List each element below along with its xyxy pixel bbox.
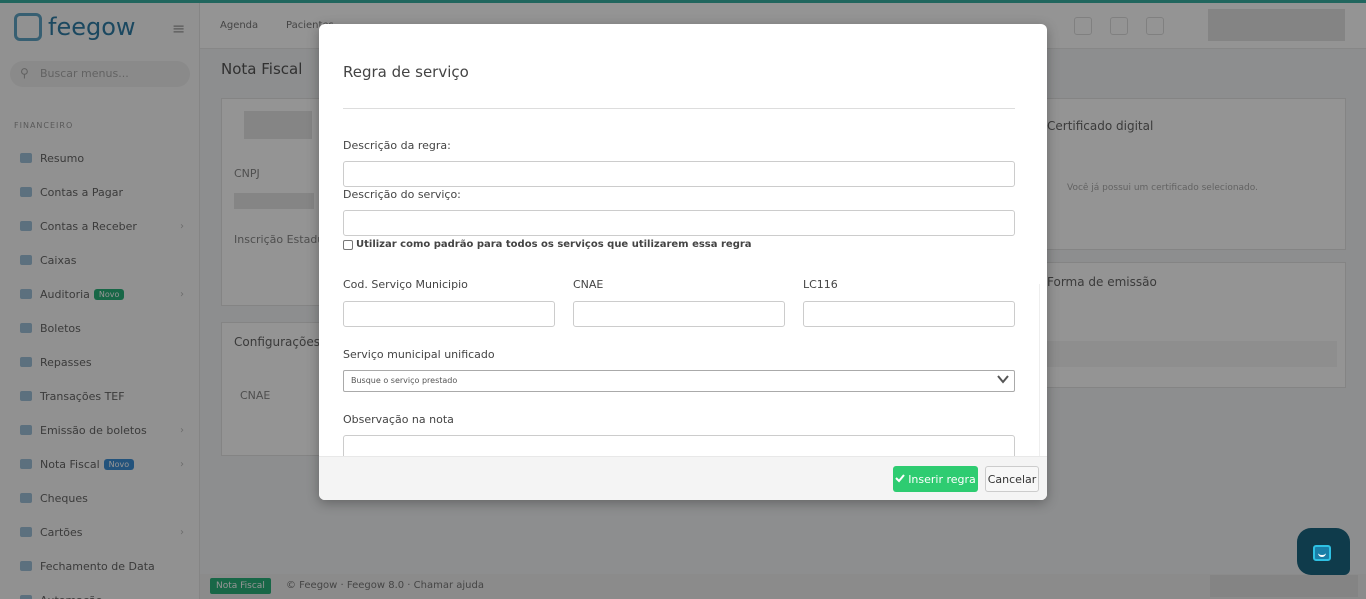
chevron-down-icon bbox=[996, 372, 1010, 390]
unified-service-placeholder: Busque o serviço prestado bbox=[351, 376, 458, 385]
check-icon bbox=[895, 473, 905, 486]
modal-title: Regra de serviço bbox=[343, 63, 469, 81]
observation-label: Observação na nota bbox=[343, 413, 454, 426]
modal-scrollbar[interactable] bbox=[1039, 284, 1047, 456]
lc116-label: LC116 bbox=[803, 278, 838, 291]
chat-icon bbox=[1313, 545, 1331, 561]
cnae-label: CNAE bbox=[573, 278, 604, 291]
chat-widget-button[interactable] bbox=[1297, 528, 1350, 575]
insert-rule-button[interactable]: Inserir regra bbox=[893, 466, 978, 492]
insert-rule-label: Inserir regra bbox=[908, 472, 976, 486]
default-rule-checkbox[interactable] bbox=[343, 239, 353, 250]
default-rule-option[interactable]: Utilizar como padrão para todos os servi… bbox=[343, 239, 752, 250]
observation-textarea[interactable] bbox=[343, 435, 1015, 456]
service-description-label: Descrição do serviço: bbox=[343, 188, 461, 201]
cancel-button[interactable]: Cancelar bbox=[985, 466, 1039, 492]
modal-footer: Inserir regra Cancelar bbox=[319, 456, 1047, 500]
modal-body: Regra de serviço Descrição da regra: Des… bbox=[319, 24, 1039, 456]
rule-description-label: Descrição da regra: bbox=[343, 139, 451, 152]
unified-service-label: Serviço municipal unificado bbox=[343, 348, 495, 361]
service-rule-modal: Regra de serviço Descrição da regra: Des… bbox=[319, 24, 1047, 500]
unified-service-select[interactable]: Busque o serviço prestado bbox=[343, 370, 1015, 392]
modal-divider bbox=[343, 108, 1015, 109]
municipal-service-code-input[interactable] bbox=[343, 301, 555, 327]
rule-description-input[interactable] bbox=[343, 161, 1015, 187]
default-rule-checkbox-label: Utilizar como padrão para todos os servi… bbox=[356, 239, 752, 250]
lc116-input[interactable] bbox=[803, 301, 1015, 327]
cnae-input[interactable] bbox=[573, 301, 785, 327]
service-description-input[interactable] bbox=[343, 210, 1015, 236]
municipal-service-code-label: Cod. Serviço Municipio bbox=[343, 278, 468, 291]
